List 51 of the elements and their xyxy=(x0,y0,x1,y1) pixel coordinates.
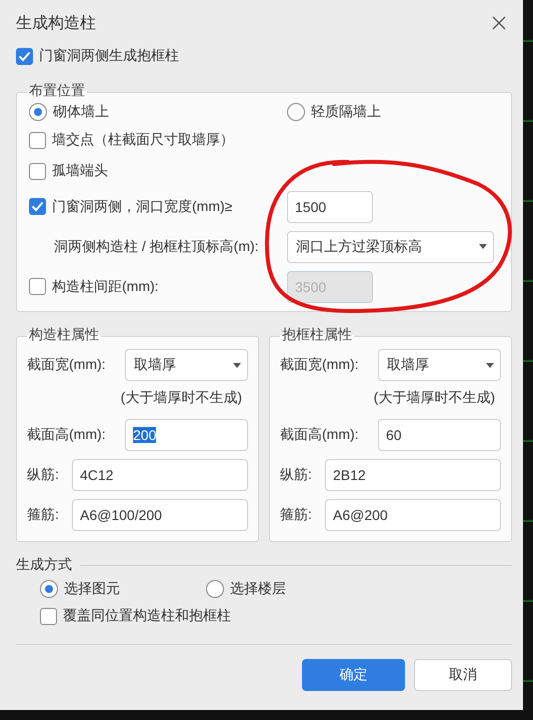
field-label: 洞两侧构造柱 / 抱框柱顶标高(m): xyxy=(54,238,259,256)
hint-text: (大于墙厚时不生成) xyxy=(120,389,243,407)
radio-button[interactable] xyxy=(287,103,305,121)
field-label: 截面宽(mm): xyxy=(27,356,106,374)
dropdown[interactable]: 取墙厚 xyxy=(125,349,248,381)
checkbox[interactable] xyxy=(40,608,57,624)
radio-button[interactable] xyxy=(29,103,47,121)
checkbox-label: 构造柱间距(mm): xyxy=(52,278,159,296)
group-title: 布置位置 xyxy=(27,82,87,100)
checkbox[interactable] xyxy=(16,48,33,64)
close-icon xyxy=(492,16,506,30)
checkbox-label: 孤墙端头 xyxy=(52,162,108,180)
checkbox-label: 覆盖同位置构造柱和抱框柱 xyxy=(63,607,231,625)
input-field[interactable]: A6@200 xyxy=(325,499,501,531)
confirm-button[interactable]: 确定 xyxy=(302,659,405,691)
checkbox-label: 门窗洞两侧生成抱框柱 xyxy=(39,47,179,65)
checkbox[interactable] xyxy=(29,132,46,148)
input-field[interactable]: 4C12 xyxy=(72,459,248,491)
caret-icon xyxy=(479,244,487,249)
field-label: 箍筋: xyxy=(27,506,59,524)
dialog-title: 生成构造柱 xyxy=(16,14,96,34)
field-label: 截面高(mm): xyxy=(27,426,106,444)
radio-button[interactable] xyxy=(40,580,58,598)
checkbox-label: 门窗洞两侧，洞口宽度(mm)≥ xyxy=(52,198,232,216)
radio-label: 选择楼层 xyxy=(230,580,286,598)
checkbox-label: 墙交点（柱截面尺寸取墙厚） xyxy=(52,131,234,149)
section-title: 生成方式 xyxy=(16,556,72,574)
checkbox[interactable] xyxy=(29,162,46,180)
input-field[interactable]: 200 xyxy=(125,419,248,451)
dropdown[interactable]: 洞口上方过梁顶标高 xyxy=(287,230,494,262)
input-field[interactable]: 60 xyxy=(378,419,501,451)
field-label: 纵筋: xyxy=(280,466,312,484)
group-title: 构造柱属性 xyxy=(27,326,101,344)
checkbox[interactable] xyxy=(29,198,46,215)
input-field[interactable]: 2B12 xyxy=(325,459,501,491)
radio-button[interactable] xyxy=(206,580,224,598)
caret-icon xyxy=(233,362,241,368)
caret-icon xyxy=(486,362,494,368)
radio-label: 砌体墙上 xyxy=(53,103,109,121)
hint-text: (大于墙厚时不生成) xyxy=(372,389,496,407)
radio-label: 轻质隔墙上 xyxy=(311,103,381,121)
group-title: 抱框柱属性 xyxy=(280,326,354,344)
dropdown[interactable]: 取墙厚 xyxy=(378,349,501,381)
input-field[interactable]: A6@100/200 xyxy=(72,499,248,531)
field-label: 箍筋: xyxy=(280,506,312,524)
radio-label: 选择图元 xyxy=(64,580,120,598)
input-field[interactable]: 1500 xyxy=(287,190,373,222)
field-label: 截面宽(mm): xyxy=(280,356,359,374)
field-label: 纵筋: xyxy=(27,466,59,484)
cancel-button[interactable]: 取消 xyxy=(414,659,512,691)
field-label: 截面高(mm): xyxy=(280,426,359,444)
